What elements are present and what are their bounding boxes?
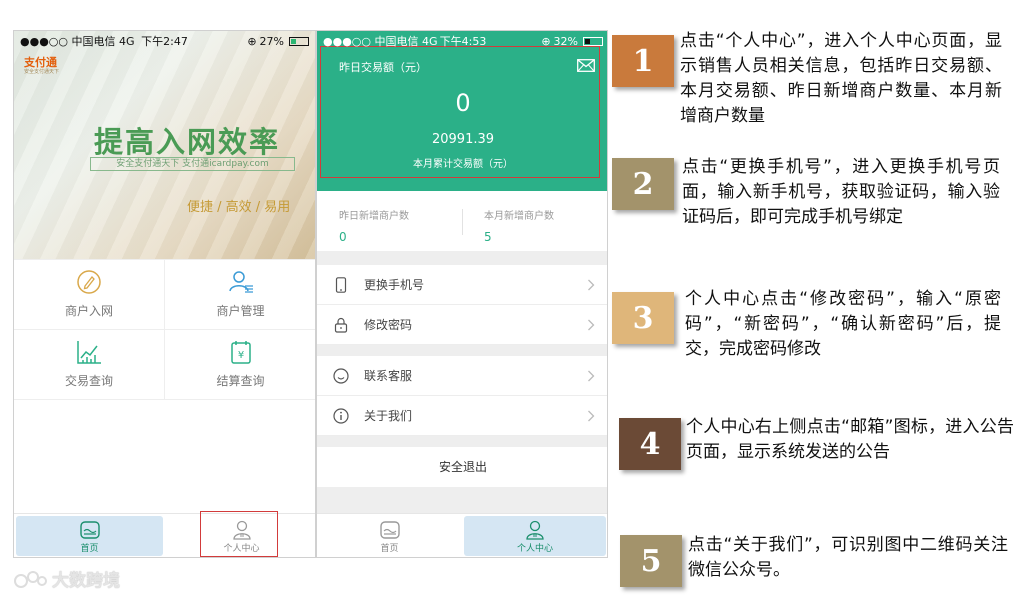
step-number-badge: 3 <box>612 292 674 344</box>
home-icon <box>79 521 100 539</box>
function-grid: 商户入网 商户管理 交易查询 ¥ 结算查询 <box>14 259 315 400</box>
stat-label: 本月新增商户数 <box>484 211 554 222</box>
grid-item-transaction-query[interactable]: 交易查询 <box>14 330 165 400</box>
status-bar: ●●●○○ 中国电信 4G 下午2:47 ⊕ 27% <box>14 31 315 51</box>
promo-banner[interactable]: 支付通 安全支付通天下 提高入网效率 安全支付通天下 支付通icardpay.c… <box>14 31 315 259</box>
svg-text:¥: ¥ <box>237 350 243 361</box>
step-text: 点击“个人中心”，进入个人中心页面，显示销售人员相关信息，包括昨日交易额、本月交… <box>680 31 1002 126</box>
logout-button[interactable]: 安全退出 <box>317 447 607 487</box>
menu-item-label: 修改密码 <box>364 318 413 332</box>
banner-slogan-subtitle: 安全支付通天下 支付通icardpay.com <box>90 157 295 171</box>
highlight-box-profile-tab <box>200 511 278 557</box>
merchant-stats: 昨日新增商户数 0 本月新增商户数 5 <box>317 191 607 251</box>
pencil-circle-icon <box>77 270 101 294</box>
yen-calendar-icon: ¥ <box>230 341 251 364</box>
menu-group-support: 联系客服 关于我们 <box>317 356 607 436</box>
menu-item-change-password[interactable]: 修改密码 <box>317 305 607 345</box>
chevron-right-icon <box>588 279 595 291</box>
stat-month-merchants: 本月新增商户数 5 <box>484 207 554 244</box>
watermark-text: 大数跨境 <box>52 571 120 591</box>
tab-label: 首页 <box>80 544 99 554</box>
banner-slogan: 提高入网效率 <box>94 125 281 159</box>
home-icon <box>379 521 400 539</box>
tab-label: 个人中心 <box>516 544 553 554</box>
step-number-badge: 5 <box>620 535 682 587</box>
menu-item-change-phone[interactable]: 更换手机号 <box>317 265 607 305</box>
step-number-badge: 4 <box>619 418 681 470</box>
person-icon <box>526 520 544 540</box>
phone-icon <box>335 276 347 293</box>
step-number-badge: 1 <box>612 35 674 87</box>
menu-item-label: 联系客服 <box>364 369 413 383</box>
grid-item-label: 商户管理 <box>216 304 265 318</box>
menu-item-label: 关于我们 <box>364 409 413 423</box>
chevron-right-icon <box>588 410 595 422</box>
app-logo-subtitle: 安全支付通天下 <box>24 69 60 75</box>
chevron-right-icon <box>588 319 595 331</box>
step-number-badge: 2 <box>612 158 674 210</box>
phone-home-screen: 支付通 安全支付通天下 提高入网效率 安全支付通天下 支付通icardpay.c… <box>13 30 316 558</box>
stat-value: 0 <box>339 230 347 244</box>
grid-item-settlement-query[interactable]: ¥ 结算查询 <box>165 330 315 400</box>
grid-item-merchant-onboarding[interactable]: 商户入网 <box>14 260 165 330</box>
battery-icon <box>289 36 309 46</box>
grid-item-label: 交易查询 <box>64 374 113 388</box>
lock-icon <box>334 317 348 333</box>
menu-item-label: 更换手机号 <box>364 278 425 292</box>
line-chart-icon <box>77 341 101 364</box>
step-text: 点击“更换手机号”，进入更换手机号页面，输入新手机号，获取验证码，输入验证码后，… <box>682 157 1000 227</box>
watermark: 大数跨境 <box>14 566 120 591</box>
smile-icon <box>333 367 349 384</box>
battery-icon <box>583 36 603 46</box>
stat-yesterday-merchants: 昨日新增商户数 0 <box>339 207 409 244</box>
grid-item-label: 结算查询 <box>216 374 265 388</box>
bottom-tab-bar: 首页 个人中心 <box>317 513 607 557</box>
stat-value: 5 <box>484 230 492 244</box>
tab-label: 首页 <box>380 544 399 554</box>
stat-divider <box>462 209 463 235</box>
step-text: 个人中心右上侧点击“邮箱”图标，进入公告页面，显示系统发送的公告 <box>686 417 1014 462</box>
user-list-icon <box>228 271 253 293</box>
chevron-right-icon <box>588 370 595 382</box>
menu-group-account: 更换手机号 修改密码 <box>317 265 607 345</box>
stat-label: 昨日新增商户数 <box>339 211 409 222</box>
status-bar: ●●●○○ 中国电信 4G 下午4:53 ⊕ 32% <box>317 31 607 51</box>
menu-item-about-us[interactable]: 关于我们 <box>317 396 607 436</box>
step-text: 个人中心点击“修改密码”，输入“原密码”，“新密码”，“确认新密码”后，提交，完… <box>685 289 1001 359</box>
status-time: 下午2:47 <box>141 35 188 48</box>
highlight-box-header <box>320 46 600 178</box>
status-time: 下午4:53 <box>439 35 487 48</box>
watermark-logo-icon <box>14 570 47 588</box>
tab-home[interactable]: 首页 <box>16 516 163 556</box>
profile-header: ●●●○○ 中国电信 4G 下午4:53 ⊕ 32% 昨日交易额（元） 0 20… <box>317 31 607 191</box>
menu-item-contact-support[interactable]: 联系客服 <box>317 356 607 396</box>
tab-profile[interactable]: 个人中心 <box>464 516 606 556</box>
banner-tagline: 便捷 / 高效 / 易用 <box>187 200 291 215</box>
info-icon <box>333 407 349 424</box>
step-text: 点击“关于我们”，可识别图中二维码关注微信公众号。 <box>688 535 1008 580</box>
grid-item-label: 商户入网 <box>64 304 113 318</box>
phone-profile-screen: ●●●○○ 中国电信 4G 下午4:53 ⊕ 32% 昨日交易额（元） 0 20… <box>316 30 608 558</box>
tab-home[interactable]: 首页 <box>319 516 460 556</box>
grid-item-merchant-management[interactable]: 商户管理 <box>165 260 315 330</box>
